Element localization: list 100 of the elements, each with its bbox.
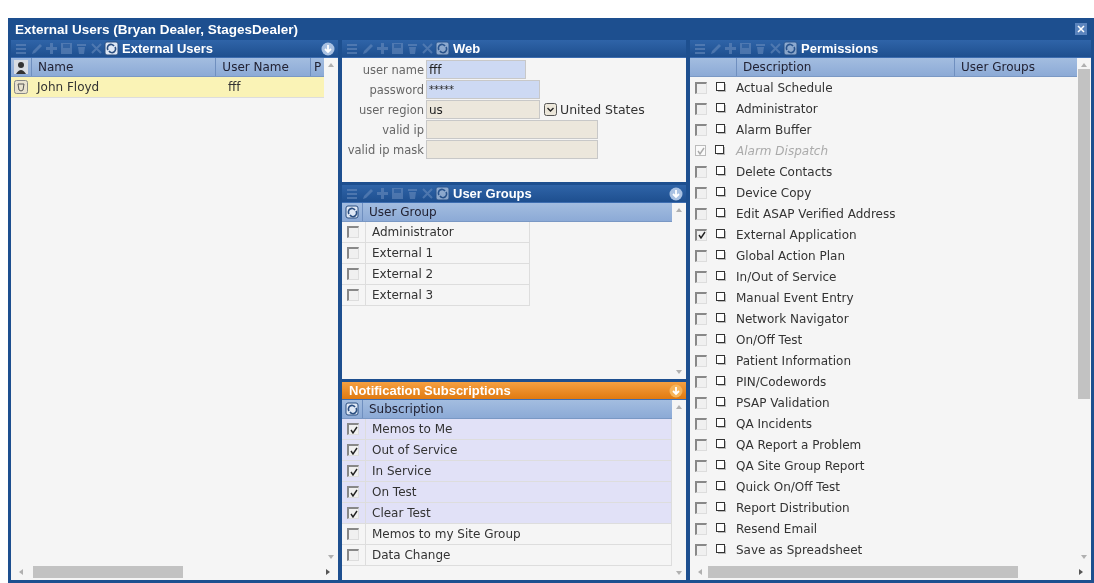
cross-icon[interactable]: [420, 41, 435, 56]
checkbox[interactable]: [695, 270, 707, 283]
checkbox[interactable]: [695, 165, 707, 178]
note-icon[interactable]: [716, 124, 727, 135]
scroll-down-icon[interactable]: [674, 368, 684, 376]
table-row[interactable]: Resend Email: [690, 518, 1077, 539]
scroll-down-icon[interactable]: [326, 553, 336, 561]
scrollbar-thumb[interactable]: [1078, 69, 1090, 399]
table-row[interactable]: On/Off Test: [690, 329, 1077, 350]
plus-icon[interactable]: [44, 41, 59, 56]
note-icon[interactable]: [716, 229, 727, 240]
table-row[interactable]: QA Incidents: [690, 413, 1077, 434]
pencil-icon[interactable]: [360, 41, 375, 56]
checkbox[interactable]: [695, 417, 707, 430]
checkbox[interactable]: [695, 207, 707, 220]
checkbox[interactable]: [347, 528, 359, 540]
table-row[interactable]: Administrator: [690, 98, 1077, 119]
scroll-up-icon[interactable]: [674, 403, 684, 411]
cross-icon[interactable]: [420, 186, 435, 201]
scroll-down-icon[interactable]: [1079, 553, 1089, 561]
table-row[interactable]: External 3: [342, 285, 530, 306]
checkbox[interactable]: [695, 81, 707, 94]
checkbox[interactable]: [695, 396, 707, 409]
checkbox[interactable]: [695, 123, 707, 136]
checkbox[interactable]: [347, 268, 359, 280]
checkbox[interactable]: [347, 486, 359, 498]
note-icon[interactable]: [716, 502, 727, 513]
collapse-icon[interactable]: [321, 41, 335, 56]
checkbox[interactable]: [695, 228, 707, 241]
cross-icon[interactable]: [768, 41, 783, 56]
refresh-icon[interactable]: [783, 41, 798, 56]
input-field[interactable]: fff: [426, 60, 526, 79]
checkbox[interactable]: [347, 444, 359, 456]
input-field[interactable]: [426, 140, 598, 159]
column-heading[interactable]: Description: [736, 58, 954, 76]
checkbox[interactable]: [695, 459, 707, 472]
trash-icon[interactable]: [753, 41, 768, 56]
checkbox[interactable]: [695, 186, 707, 199]
note-icon[interactable]: [716, 544, 727, 555]
checkbox[interactable]: [695, 249, 707, 262]
collapse-icon[interactable]: [669, 186, 683, 201]
table-row[interactable]: Manual Event Entry: [690, 287, 1077, 308]
table-row[interactable]: External 2: [342, 264, 530, 285]
refresh-icon[interactable]: [104, 41, 119, 56]
scroll-down-icon[interactable]: [674, 569, 684, 577]
table-row[interactable]: Edit ASAP Verified Address: [690, 203, 1077, 224]
checkbox[interactable]: [347, 465, 359, 477]
scroll-right-icon[interactable]: [1077, 567, 1085, 577]
scrollbar-thumb[interactable]: [708, 566, 1018, 578]
checkbox[interactable]: [347, 289, 359, 301]
save-icon[interactable]: [390, 186, 405, 201]
scroll-left-icon[interactable]: [696, 567, 704, 577]
refresh-icon[interactable]: [345, 402, 359, 416]
column-heading[interactable]: User Name: [215, 58, 311, 76]
trash-icon[interactable]: [74, 41, 89, 56]
note-icon[interactable]: [716, 460, 727, 471]
note-icon[interactable]: [716, 334, 727, 345]
note-icon[interactable]: [716, 82, 727, 93]
close-icon[interactable]: [1075, 23, 1087, 35]
pencil-icon[interactable]: [29, 41, 44, 56]
save-icon[interactable]: [738, 41, 753, 56]
note-icon[interactable]: [716, 103, 727, 114]
checkbox[interactable]: [347, 423, 359, 435]
note-icon[interactable]: [716, 292, 727, 303]
scroll-left-icon[interactable]: [17, 567, 25, 577]
note-icon[interactable]: [716, 418, 727, 429]
checkbox[interactable]: [695, 375, 707, 388]
list-icon[interactable]: [345, 41, 360, 56]
table-row[interactable]: Save as Spreadsheet: [690, 539, 1077, 560]
table-row[interactable]: Device Copy: [690, 182, 1077, 203]
checkbox[interactable]: [695, 102, 707, 115]
table-row[interactable]: Quick On/Off Test: [690, 476, 1077, 497]
note-icon[interactable]: [716, 439, 727, 450]
table-row[interactable]: External Application: [690, 224, 1077, 245]
plus-icon[interactable]: [375, 186, 390, 201]
trash-icon[interactable]: [405, 186, 420, 201]
checkbox[interactable]: [695, 354, 707, 367]
save-icon[interactable]: [390, 41, 405, 56]
column-heading[interactable]: User Groups: [954, 58, 1074, 76]
checkbox[interactable]: [695, 480, 707, 493]
refresh-icon[interactable]: [435, 41, 450, 56]
plus-icon[interactable]: [375, 41, 390, 56]
checkbox[interactable]: [695, 522, 707, 535]
scroll-right-icon[interactable]: [324, 567, 332, 577]
table-row[interactable]: Administrator: [342, 222, 530, 243]
table-row[interactable]: QA Report a Problem: [690, 434, 1077, 455]
checkbox[interactable]: [347, 507, 359, 519]
checkbox[interactable]: [695, 312, 707, 325]
note-icon[interactable]: [716, 397, 727, 408]
refresh-icon[interactable]: [345, 205, 359, 219]
note-icon[interactable]: [716, 313, 727, 324]
table-row[interactable]: Patient Information: [690, 350, 1077, 371]
table-row[interactable]: Network Navigator: [690, 308, 1077, 329]
table-row[interactable]: PSAP Validation: [690, 392, 1077, 413]
note-icon[interactable]: [716, 481, 727, 492]
input-field[interactable]: us: [426, 100, 540, 119]
trash-icon[interactable]: [405, 41, 420, 56]
table-row[interactable]: Alarm Buffer: [690, 119, 1077, 140]
note-icon[interactable]: [716, 166, 727, 177]
scrollbar-thumb[interactable]: [33, 566, 183, 578]
